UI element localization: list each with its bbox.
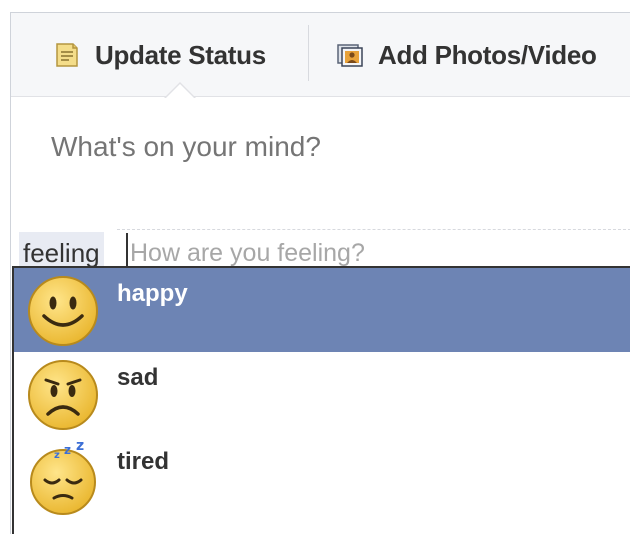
feeling-option-happy[interactable]: happy — [14, 268, 630, 352]
tab-label: Add Photos/Video — [378, 39, 597, 70]
option-label: sad — [117, 364, 159, 391]
option-label: tired — [117, 448, 170, 475]
status-note-icon — [56, 43, 78, 67]
photo-icon — [337, 44, 363, 67]
page: Update Status Add Photos/Video feeling — [0, 0, 630, 534]
status-input[interactable] — [51, 131, 591, 163]
sad-face-icon — [28, 360, 98, 430]
svg-text:z: z — [54, 450, 60, 461]
tab-divider — [308, 25, 309, 81]
feeling-dropdown: happy sad z z z tired — [12, 266, 630, 534]
active-tab-pointer-fill — [165, 84, 195, 99]
svg-text:z: z — [76, 442, 84, 454]
tab-label: Update Status — [95, 39, 266, 70]
composer-tabs: Update Status Add Photos/Video — [11, 13, 630, 97]
tab-update-status[interactable]: Update Status — [53, 35, 266, 75]
tab-add-photos-video[interactable]: Add Photos/Video — [336, 35, 597, 75]
feeling-option-tired[interactable]: z z z tired — [14, 436, 630, 520]
tired-face-icon: z z z — [30, 442, 96, 515]
happy-face-icon — [28, 276, 98, 346]
feeling-option-sad[interactable]: sad — [14, 352, 630, 436]
option-label: happy — [117, 280, 188, 307]
svg-text:z: z — [64, 443, 71, 457]
